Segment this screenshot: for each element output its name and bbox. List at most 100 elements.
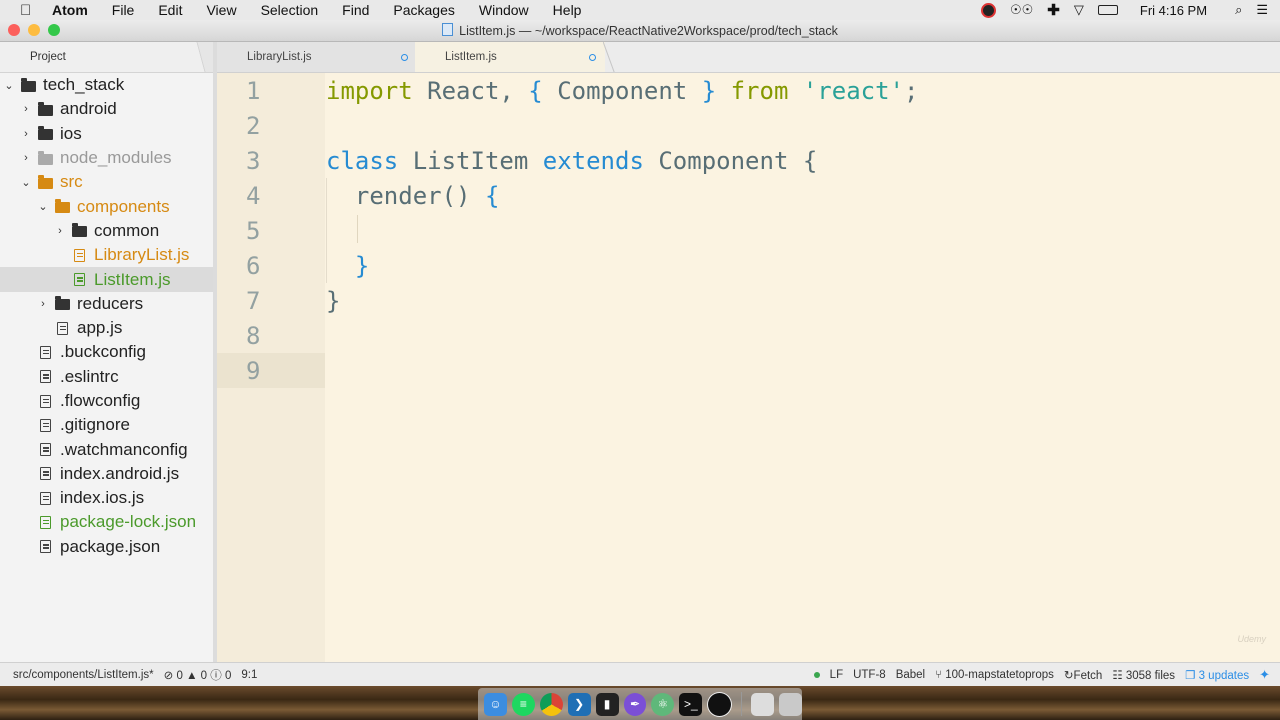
twitter-bird-icon[interactable]: ✦	[1259, 667, 1270, 683]
menu-packages[interactable]: Packages	[381, 2, 466, 18]
tree-folder-row[interactable]: › node_modules	[0, 146, 213, 170]
code-token: {	[528, 76, 543, 105]
wifi-icon[interactable]: ▽	[1074, 2, 1084, 18]
file-count[interactable]: ☷ 3058 files	[1112, 668, 1175, 682]
menu-edit[interactable]: Edit	[146, 2, 194, 18]
unsaved-dot-icon[interactable]	[589, 54, 596, 61]
feather-app-icon[interactable]: ✒	[623, 692, 647, 716]
chevron-down-icon[interactable]: ⌄	[20, 176, 32, 189]
tree-item-label: ios	[60, 123, 82, 143]
cursor-position[interactable]: 9:1	[241, 669, 257, 681]
atom-icon[interactable]: ⚛	[651, 692, 675, 716]
udemy-watermark: Udemy	[1237, 634, 1266, 644]
grammar[interactable]: Babel	[896, 669, 925, 681]
tree-folder-row[interactable]: › ios	[0, 122, 213, 146]
tree-file-row[interactable]: index.android.js	[0, 462, 213, 486]
file-icon	[71, 248, 88, 262]
tree-file-row[interactable]: .watchmanconfig	[0, 437, 213, 461]
chevron-right-icon[interactable]: ›	[20, 103, 32, 115]
tree-file-row[interactable]: package-lock.json	[0, 510, 213, 534]
tree-folder-row[interactable]: ⌄ src	[0, 170, 213, 194]
tree-folder-row[interactable]: › reducers	[0, 292, 213, 316]
tree-file-row[interactable]: index.ios.js	[0, 486, 213, 510]
iterm-icon[interactable]: ▮	[595, 692, 619, 716]
tree-folder-row[interactable]: ⌄ tech_stack	[0, 73, 213, 97]
finder-icon[interactable]: ☺	[484, 692, 507, 716]
tree-item-label: src	[60, 172, 83, 192]
folder-icon	[37, 150, 54, 165]
search-icon[interactable]: ⌕	[1235, 2, 1242, 18]
code-line[interactable]: render() {	[326, 178, 500, 213]
file-shape	[57, 321, 68, 335]
menu-window[interactable]: Window	[467, 2, 541, 18]
code-line[interactable]: }	[326, 248, 369, 283]
git-fetch[interactable]: ↻Fetch	[1064, 668, 1102, 682]
linter-counts[interactable]: ⊘ 0 ▲ 0 ⓘ 0	[164, 667, 232, 683]
tree-file-row[interactable]: LibraryList.js	[0, 243, 213, 267]
tab-librarylist[interactable]: LibraryList.js	[217, 42, 427, 72]
apple-menu-icon[interactable]: 	[20, 2, 36, 19]
tree-file-row[interactable]: app.js	[0, 316, 213, 340]
notification-center-icon[interactable]: ☰	[1256, 2, 1268, 18]
chevron-down-icon[interactable]: ⌄	[3, 79, 15, 92]
chevron-right-icon[interactable]: ›	[54, 225, 66, 237]
file-icon	[37, 515, 54, 529]
battery-icon[interactable]	[1097, 5, 1118, 15]
tab-listitem[interactable]: ListItem.js	[415, 42, 615, 72]
screen-record-icon[interactable]	[980, 2, 996, 18]
file-icon	[37, 345, 54, 359]
medical-cross-icon[interactable]: ✚	[1047, 1, 1060, 19]
warning-count: 0	[200, 670, 208, 682]
chevron-down-icon[interactable]: ⌄	[37, 200, 49, 213]
git-status-dot-icon	[813, 672, 820, 678]
chevron-right-icon[interactable]: ›	[20, 152, 32, 164]
tree-file-row[interactable]: .gitignore	[0, 413, 213, 437]
error-icon: ⊘	[163, 670, 174, 682]
tree-file-row[interactable]: ListItem.js	[0, 267, 213, 292]
menu-file[interactable]: File	[100, 2, 147, 18]
tree-file-row[interactable]: .buckconfig	[0, 340, 213, 364]
chrome-icon[interactable]	[539, 692, 563, 716]
file-icon	[37, 443, 54, 457]
tree-file-row[interactable]: .eslintrc	[0, 365, 213, 389]
line-ending[interactable]: LF	[830, 669, 843, 681]
tree-panel-title: Project	[30, 51, 66, 63]
status-file-path[interactable]: src/components/ListItem.js*	[13, 669, 154, 681]
obs-icon[interactable]	[707, 691, 733, 717]
menu-find[interactable]: Find	[330, 2, 381, 18]
terminal-icon[interactable]: >_	[679, 692, 703, 716]
menu-view[interactable]: View	[194, 2, 248, 18]
file-icon	[71, 273, 88, 287]
git-branch[interactable]: ⑂ 100-mapstatetoprops	[935, 669, 1054, 681]
package-updates[interactable]: ❐ 3 updates	[1185, 668, 1249, 682]
glasses-icon[interactable]: ☉☉	[1010, 2, 1033, 18]
tree-file-row[interactable]: package.json	[0, 535, 213, 559]
unsaved-dot-icon[interactable]	[401, 54, 408, 61]
documents-stack-icon[interactable]	[751, 692, 775, 716]
error-count: 0	[176, 670, 183, 682]
tree-folder-row[interactable]: › android	[0, 97, 213, 121]
code-token: }	[326, 286, 341, 315]
vscode-icon[interactable]: ❯	[567, 692, 591, 716]
menu-clock[interactable]: Fri 4:16 PM	[1140, 3, 1207, 18]
tree-item-label: app.js	[77, 318, 123, 338]
file-shape	[40, 491, 51, 505]
tree-file-row[interactable]: .flowconfig	[0, 389, 213, 413]
chevron-right-icon[interactable]: ›	[20, 128, 32, 140]
tree-item-label: .eslintrc	[60, 366, 119, 386]
code-line[interactable]: class ListItem extends Component {	[326, 143, 817, 178]
encoding[interactable]: UTF-8	[853, 669, 886, 681]
menu-help[interactable]: Help	[541, 2, 594, 18]
code-line[interactable]: }	[326, 283, 340, 318]
code-editor[interactable]: 1 2 3 4 5 6 7 8 9 import React, { Component } fr…	[217, 73, 1280, 662]
chevron-right-icon[interactable]: ›	[37, 298, 49, 310]
tree-panel-tab[interactable]: Project	[0, 42, 213, 73]
spotify-icon[interactable]: ≡	[511, 692, 535, 716]
code-line[interactable]: import React, { Component } from 'react'…	[326, 73, 918, 108]
tree-item-label: components	[77, 196, 170, 216]
trash-icon[interactable]	[779, 692, 802, 716]
tree-folder-row[interactable]: › common	[0, 219, 213, 243]
tree-folder-row[interactable]: ⌄ components	[0, 194, 213, 218]
menu-app-name[interactable]: Atom	[52, 2, 100, 18]
menu-selection[interactable]: Selection	[249, 2, 331, 18]
